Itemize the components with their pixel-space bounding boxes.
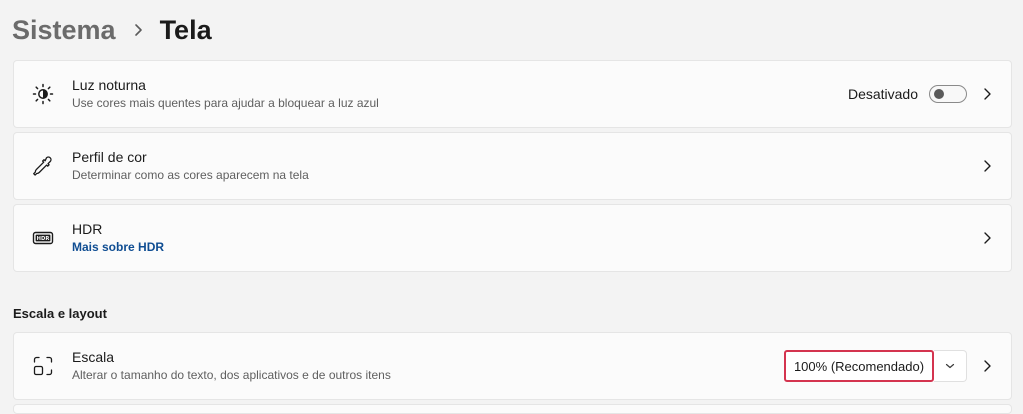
scale-card[interactable]: Escala Alterar o tamanho do texto, dos a…: [13, 332, 1012, 400]
night-light-status: Desativado: [847, 86, 918, 102]
hdr-title: HDR: [72, 221, 103, 237]
night-light-toggle[interactable]: [929, 85, 967, 103]
chevron-right-icon: [981, 159, 993, 173]
scale-icon: [32, 355, 54, 377]
chevron-right-icon: [981, 359, 993, 373]
night-light-texts: Luz noturna Use cores mais quentes para …: [72, 76, 379, 112]
scale-selected-value[interactable]: 100% (Recomendado): [784, 350, 934, 382]
chevron-right-icon: [981, 231, 993, 245]
section-title: Escala e layout: [13, 306, 107, 321]
scale-title: Escala: [72, 349, 115, 365]
color-profile-subtitle: Determinar como as cores aparecem na tel…: [72, 168, 309, 182]
hdr-card[interactable]: HDR HDR Mais sobre HDR: [13, 204, 1012, 272]
eyedropper-icon: [32, 155, 54, 177]
hdr-texts: HDR Mais sobre HDR: [72, 220, 164, 256]
color-profile-card[interactable]: Perfil de cor Determinar como as cores a…: [13, 132, 1012, 200]
chevron-right-icon: [981, 87, 993, 101]
page-title: Tela: [159, 14, 212, 45]
breadcrumb-sistema[interactable]: Sistema: [12, 15, 116, 46]
brightness-moon-icon: [32, 83, 54, 105]
night-light-card[interactable]: Luz noturna Use cores mais quentes para …: [13, 60, 1012, 128]
toggle-knob: [934, 89, 944, 99]
next-card-edge: [13, 404, 1012, 414]
night-light-title: Luz noturna: [72, 77, 146, 93]
breadcrumb: Sistema Tela: [12, 10, 212, 50]
scale-texts: Escala Alterar o tamanho do texto, dos a…: [72, 348, 391, 384]
color-profile-title: Perfil de cor: [72, 149, 147, 165]
color-profile-texts: Perfil de cor Determinar como as cores a…: [72, 148, 309, 184]
svg-text:HDR: HDR: [37, 236, 50, 242]
chevron-down-icon[interactable]: [934, 350, 967, 382]
scale-subtitle: Alterar o tamanho do texto, dos aplicati…: [72, 368, 391, 382]
breadcrumb-chevron-icon: [116, 10, 160, 50]
night-light-toggle-group: Desativado: [848, 85, 967, 103]
hdr-more-link[interactable]: Mais sobre HDR: [72, 239, 164, 256]
night-light-subtitle: Use cores mais quentes para ajudar a blo…: [72, 96, 379, 110]
scale-dropdown[interactable]: 100% (Recomendado): [784, 350, 967, 382]
hdr-icon: HDR: [32, 227, 54, 249]
